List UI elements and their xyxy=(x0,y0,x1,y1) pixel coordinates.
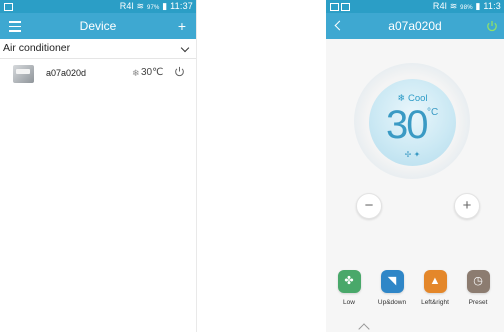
device-name: a07a020d xyxy=(46,68,87,78)
notification-icon xyxy=(4,0,15,13)
device-control-screen: R4l ≋ 98% ▮ 11:3 a07a020d ❄ Cool 30 °C ✢… xyxy=(326,0,504,332)
power-icon[interactable] xyxy=(174,66,185,77)
power-button[interactable] xyxy=(480,13,504,39)
mode-label-updown: Up&down xyxy=(377,299,407,306)
chevron-down-icon[interactable] xyxy=(180,43,190,53)
app-bar: a07a020d xyxy=(326,13,504,39)
device-row[interactable]: a07a020d ❄ 30℃ xyxy=(0,59,196,87)
status-bar: R4l ≋ 97% ▮ 11:37 xyxy=(0,0,196,13)
clock-text: 11:3 xyxy=(483,1,501,11)
battery-icon: ▮ xyxy=(475,1,481,11)
device-title: a07a020d xyxy=(388,19,442,33)
mode-button-leftright[interactable]: ▲ Left&right xyxy=(415,270,455,306)
signal-text: R4l xyxy=(119,1,134,11)
category-label: Air conditioner xyxy=(3,42,71,54)
app-bar: Device + xyxy=(0,13,196,39)
mode-button-low[interactable]: ✤ Low xyxy=(329,270,369,306)
temperature-unit: °C xyxy=(427,107,439,118)
set-temperature: 30 xyxy=(386,103,428,147)
fan-icon[interactable]: ✤ xyxy=(337,270,361,293)
clock-icon[interactable]: ◷ xyxy=(466,270,490,293)
battery-text: 98% xyxy=(460,5,473,11)
notification-icon xyxy=(330,0,352,13)
add-device-button[interactable]: + xyxy=(170,13,194,39)
status-bar: R4l ≋ 98% ▮ 11:3 xyxy=(326,0,504,13)
battery-icon: ▮ xyxy=(162,1,168,11)
mode-button-updown[interactable]: ◥ Up&down xyxy=(372,270,412,306)
leftright-icon[interactable]: ▲ xyxy=(423,270,447,293)
updown-icon[interactable]: ◥ xyxy=(380,270,404,293)
snowflake-icon: ❄ xyxy=(132,68,140,78)
chevron-up-icon[interactable] xyxy=(358,323,370,332)
air-conditioner-thumbnail xyxy=(13,65,34,83)
device-temperature: 30℃ xyxy=(141,67,164,78)
device-list-screen: R4l ≋ 97% ▮ 11:37 Device + Air condition… xyxy=(0,0,197,332)
temperature-dial[interactable]: ❄ Cool 30 °C ✢ ✦ xyxy=(369,79,456,166)
wifi-icon: ≋ xyxy=(449,1,458,11)
mode-label-low: Low xyxy=(343,299,355,306)
decrease-temperature-button[interactable]: − xyxy=(356,193,382,219)
mode-label-leftright: Left&right xyxy=(421,299,449,306)
clock-text: 11:37 xyxy=(170,1,193,11)
battery-text: 97% xyxy=(146,5,160,11)
fan-speed-icon: ✢ ✦ xyxy=(404,150,421,159)
increase-temperature-button[interactable]: + xyxy=(454,193,480,219)
power-icon[interactable] xyxy=(486,20,498,32)
page-title: Device xyxy=(79,19,117,33)
wifi-icon: ≋ xyxy=(136,1,145,11)
mode-button-preset[interactable]: ◷ Preset xyxy=(458,270,498,306)
category-header[interactable]: Air conditioner xyxy=(0,39,196,59)
mode-label-preset: Preset xyxy=(468,299,488,306)
signal-text: R4l xyxy=(432,1,448,11)
